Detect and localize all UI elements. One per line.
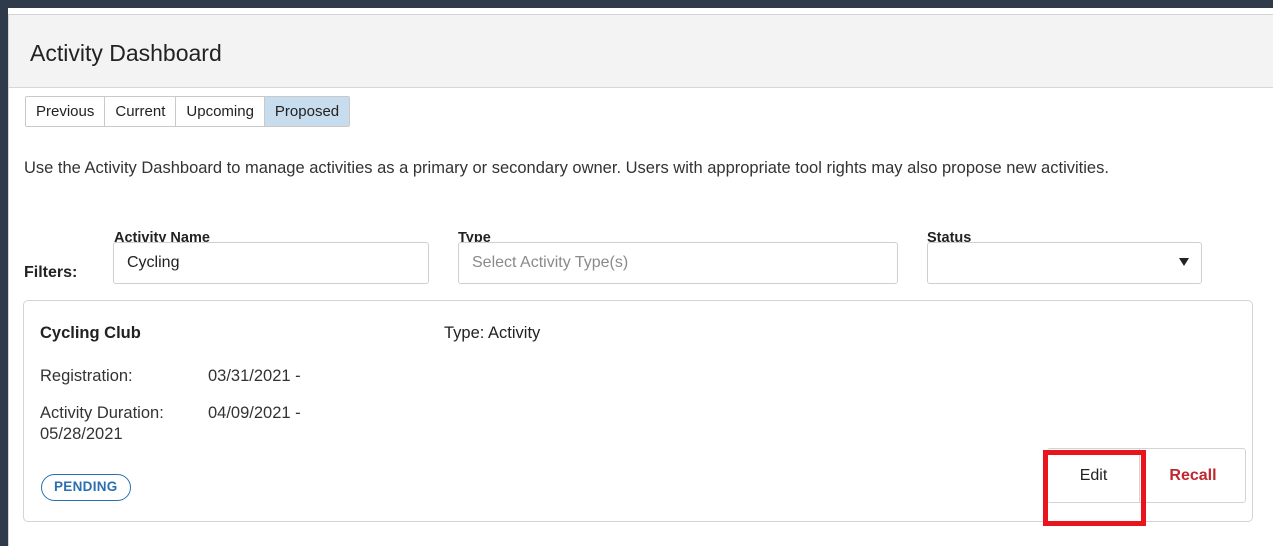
chevron-down-icon (1179, 258, 1189, 266)
recall-button[interactable]: Recall (1140, 449, 1246, 502)
dashboard-description: Use the Activity Dashboard to manage act… (24, 159, 1109, 177)
panel-header: Activity Dashboard (9, 15, 1273, 88)
window-frame-top (0, 0, 1273, 8)
status-badge: PENDING (41, 474, 131, 501)
tab-current[interactable]: Current (105, 97, 177, 126)
registration-value: 03/31/2021 - (208, 367, 301, 385)
page-title: Activity Dashboard (30, 40, 222, 66)
filters-label: Filters: (24, 264, 78, 281)
status-dropdown[interactable] (927, 242, 1202, 284)
view-tabs: Previous Current Upcoming Proposed (25, 96, 351, 127)
activity-type-select[interactable]: Select Activity Type(s) (458, 242, 898, 284)
tab-previous[interactable]: Previous (26, 97, 106, 126)
window-frame-left (0, 0, 8, 546)
tab-proposed[interactable]: Proposed (264, 97, 350, 126)
activity-type: Type: Activity (444, 324, 541, 342)
duration-value: 04/09/2021 - (208, 404, 301, 422)
activity-card: Cycling Club Type: Activity Registration… (23, 300, 1253, 522)
duration-end-date: 05/28/2021 (40, 425, 123, 443)
activity-title: Cycling Club (40, 324, 141, 342)
activity-name-input[interactable]: Cycling (113, 242, 429, 284)
edit-button[interactable]: Edit (1048, 449, 1140, 502)
duration-label: Activity Duration: (40, 404, 164, 422)
card-action-buttons: Edit Recall (1047, 448, 1246, 503)
tab-upcoming[interactable]: Upcoming (176, 97, 265, 126)
registration-label: Registration: (40, 367, 133, 385)
